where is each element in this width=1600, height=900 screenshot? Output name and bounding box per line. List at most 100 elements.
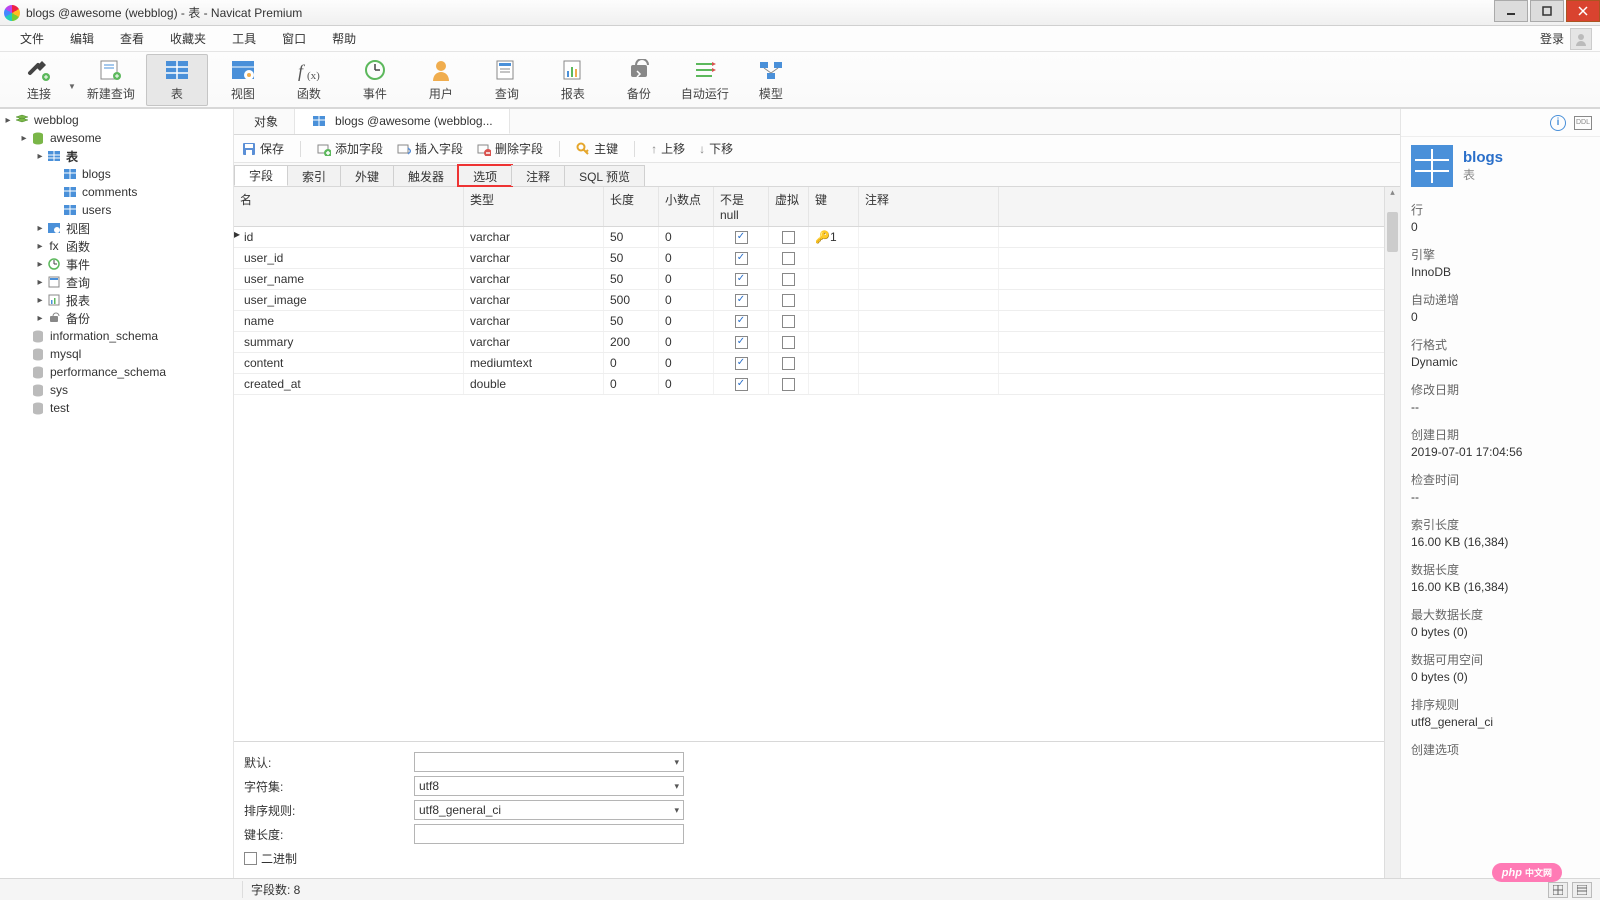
prop-collation-select[interactable]: utf8_general_ci▾ — [414, 800, 684, 820]
tree-expand-icon[interactable]: ▸ — [34, 259, 46, 270]
ribbon-connect-button[interactable]: 连接 — [8, 54, 70, 106]
field-row-created_at[interactable]: created_at double 0 0 — [234, 374, 1400, 395]
notnull-checkbox[interactable] — [735, 336, 748, 349]
tree-database-performance_schema[interactable]: ▸performance_schema — [0, 363, 233, 381]
ribbon-new-query-button[interactable]: 新建查询 — [80, 54, 142, 106]
tree-expand-icon[interactable]: ▸ — [34, 151, 46, 162]
window-minimize-button[interactable] — [1494, 0, 1528, 22]
ddl-icon[interactable]: DDL — [1574, 116, 1592, 130]
connection-tree[interactable]: ▸ webblog ▸ awesome ▸ 表 blogscommentsuse… — [0, 109, 234, 878]
editor-tab-4[interactable]: 选项 — [458, 165, 512, 186]
delete-field-button[interactable]: 删除字段 — [477, 140, 543, 157]
prop-keylen-input[interactable] — [414, 824, 684, 844]
column-header-7[interactable]: 注释 — [859, 187, 999, 226]
tree-folder-函数[interactable]: ▸fx函数 — [0, 237, 233, 255]
tree-database-mysql[interactable]: ▸mysql — [0, 345, 233, 363]
tree-expand-icon[interactable]: ▸ — [34, 277, 46, 288]
status-view-grid-button[interactable] — [1548, 882, 1568, 898]
menu-window[interactable]: 窗口 — [270, 26, 318, 51]
virtual-checkbox[interactable] — [782, 294, 795, 307]
fields-table[interactable]: 名类型长度小数点不是 null虚拟键注释 ▸ id varchar 50 0 🔑… — [234, 187, 1400, 395]
field-row-id[interactable]: ▸ id varchar 50 0 🔑 1 — [234, 227, 1400, 248]
notnull-checkbox[interactable] — [735, 273, 748, 286]
editor-tab-0[interactable]: 字段 — [234, 165, 288, 186]
virtual-checkbox[interactable] — [782, 273, 795, 286]
ribbon-view-button[interactable]: 视图 — [212, 54, 274, 106]
field-row-name[interactable]: name varchar 50 0 — [234, 311, 1400, 332]
menu-edit[interactable]: 编辑 — [58, 26, 106, 51]
editor-tab-3[interactable]: 触发器 — [393, 165, 459, 186]
notnull-checkbox[interactable] — [735, 315, 748, 328]
tree-table-users[interactable]: users — [0, 201, 233, 219]
tree-expand-icon[interactable]: ▸ — [34, 295, 46, 306]
tree-expand-icon[interactable]: ▸ — [18, 133, 30, 144]
dropdown-caret-icon[interactable]: ▼ — [68, 82, 76, 91]
notnull-checkbox[interactable] — [735, 294, 748, 307]
menu-view[interactable]: 查看 — [108, 26, 156, 51]
window-maximize-button[interactable] — [1530, 0, 1564, 22]
user-avatar-icon[interactable] — [1570, 28, 1592, 50]
tree-expand-icon[interactable]: ▸ — [34, 223, 46, 234]
window-close-button[interactable] — [1566, 0, 1600, 22]
tree-folder-查询[interactable]: ▸查询 — [0, 273, 233, 291]
tree-table-comments[interactable]: comments — [0, 183, 233, 201]
vertical-scrollbar[interactable]: ▴ — [1384, 187, 1400, 878]
column-header-0[interactable]: 名 — [234, 187, 464, 226]
field-row-summary[interactable]: summary varchar 200 0 — [234, 332, 1400, 353]
menu-favorites[interactable]: 收藏夹 — [158, 26, 218, 51]
tree-expand-icon[interactable]: ▸ — [34, 313, 46, 324]
editor-tab-6[interactable]: SQL 预览 — [564, 165, 645, 186]
ribbon-backup-button[interactable]: 备份 — [608, 54, 670, 106]
tree-expand-icon[interactable]: ▸ — [34, 241, 46, 252]
ribbon-query-button[interactable]: 查询 — [476, 54, 538, 106]
tree-expand-icon[interactable]: ▸ — [2, 115, 14, 126]
save-button[interactable]: 保存 — [242, 140, 284, 157]
column-header-6[interactable]: 键 — [809, 187, 859, 226]
menu-file[interactable]: 文件 — [8, 26, 56, 51]
ribbon-report-button[interactable]: 报表 — [542, 54, 604, 106]
prop-binary-checkbox[interactable] — [244, 852, 257, 865]
prop-charset-select[interactable]: utf8▾ — [414, 776, 684, 796]
field-row-user_name[interactable]: user_name varchar 50 0 — [234, 269, 1400, 290]
column-header-2[interactable]: 长度 — [604, 187, 659, 226]
field-row-user_image[interactable]: user_image varchar 500 0 — [234, 290, 1400, 311]
column-header-5[interactable]: 虚拟 — [769, 187, 809, 226]
tree-folder-事件[interactable]: ▸事件 — [0, 255, 233, 273]
primary-key-button[interactable]: 主键 — [576, 140, 618, 157]
virtual-checkbox[interactable] — [782, 315, 795, 328]
editor-tab-1[interactable]: 索引 — [287, 165, 341, 186]
field-row-content[interactable]: content mediumtext 0 0 — [234, 353, 1400, 374]
add-field-button[interactable]: 添加字段 — [317, 140, 383, 157]
virtual-checkbox[interactable] — [782, 357, 795, 370]
notnull-checkbox[interactable] — [735, 231, 748, 244]
info-icon[interactable]: i — [1550, 115, 1566, 131]
virtual-checkbox[interactable] — [782, 231, 795, 244]
tree-tables-folder[interactable]: ▸ 表 — [0, 147, 233, 165]
tree-folder-备份[interactable]: ▸备份 — [0, 309, 233, 327]
notnull-checkbox[interactable] — [735, 378, 748, 391]
ribbon-automation-button[interactable]: 自动运行 — [674, 54, 736, 106]
virtual-checkbox[interactable] — [782, 336, 795, 349]
move-up-button[interactable]: ↑上移 — [651, 140, 685, 157]
menu-help[interactable]: 帮助 — [320, 26, 368, 51]
tree-folder-视图[interactable]: ▸视图 — [0, 219, 233, 237]
tree-folder-报表[interactable]: ▸报表 — [0, 291, 233, 309]
tree-connection[interactable]: ▸ webblog — [0, 111, 233, 129]
menu-tools[interactable]: 工具 — [220, 26, 268, 51]
virtual-checkbox[interactable] — [782, 378, 795, 391]
tab-objects[interactable]: 对象 — [238, 109, 295, 134]
ribbon-event-button[interactable]: 事件 — [344, 54, 406, 106]
tree-database-sys[interactable]: ▸sys — [0, 381, 233, 399]
notnull-checkbox[interactable] — [735, 252, 748, 265]
tree-table-blogs[interactable]: blogs — [0, 165, 233, 183]
status-view-list-button[interactable] — [1572, 882, 1592, 898]
field-row-user_id[interactable]: user_id varchar 50 0 — [234, 248, 1400, 269]
ribbon-user-button[interactable]: 用户 — [410, 54, 472, 106]
move-down-button[interactable]: ↓下移 — [699, 140, 733, 157]
ribbon-table-button[interactable]: 表 — [146, 54, 208, 106]
tab-editor[interactable]: blogs @awesome (webblog... — [295, 109, 510, 134]
login-link[interactable]: 登录 — [1540, 30, 1564, 47]
editor-tab-5[interactable]: 注释 — [511, 165, 565, 186]
tree-database-test[interactable]: ▸test — [0, 399, 233, 417]
insert-field-button[interactable]: 插入字段 — [397, 140, 463, 157]
